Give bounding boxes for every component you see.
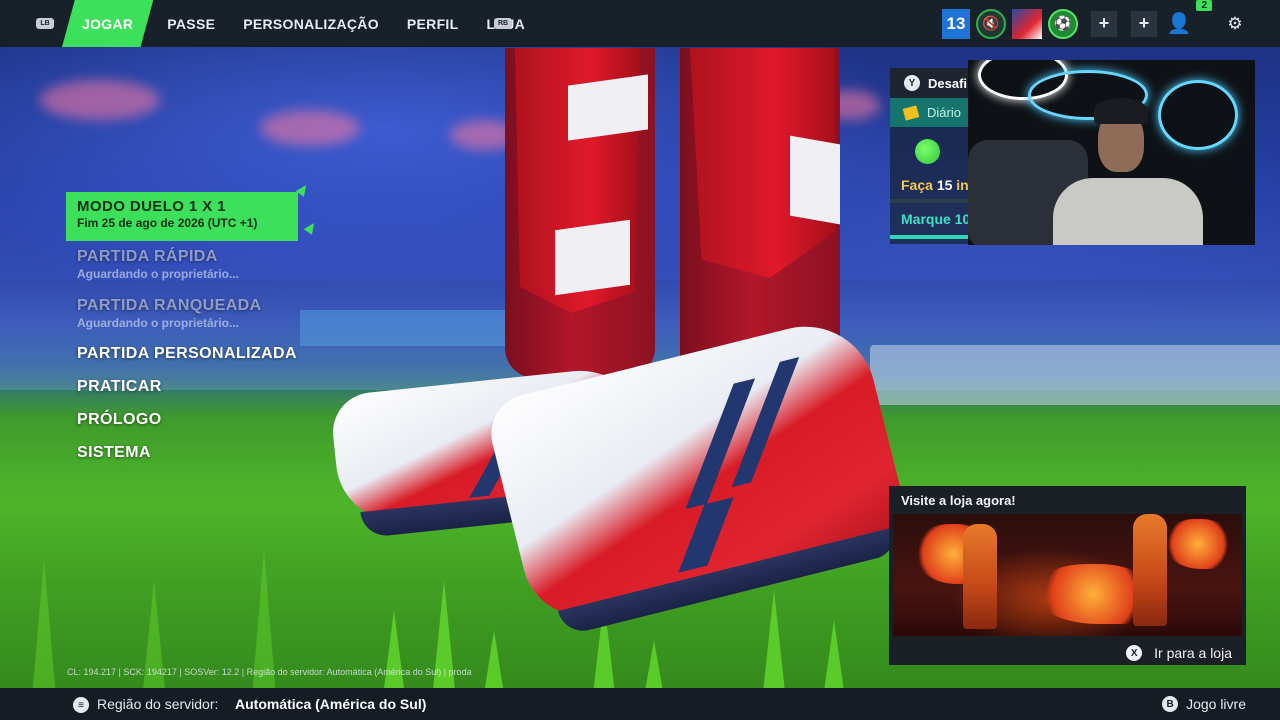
shop-promo[interactable]: Visite a loja agora! X Ir para a loja [889,486,1246,665]
x-button-icon: X [1126,645,1143,661]
menu-item-partida-personalizada[interactable]: PARTIDA PERSONALIZADA [77,345,306,363]
server-region-value[interactable]: Automática (América do Sul) [235,696,426,712]
menu-item-title: MODO DUELO 1 X 1 [77,198,226,215]
friends-online-count: 2 [1196,0,1212,11]
menu-item-title: PARTIDA RÁPIDA [77,248,218,265]
challenges-panel[interactable]: Y Desafi Diário Faça 15 in Marque 10 [890,68,970,244]
main-nav: JOGAR PASSE PERSONALIZAÇÃO PERFIL LOJA [62,0,539,47]
menu-item-subtitle: Aguardando o proprietário... [77,267,240,281]
play-menu: MODO DUELO 1 X 1 Fim 25 de ago de 2026 (… [66,182,319,462]
menu-item-prologo[interactable]: PRÓLOGO [77,411,306,429]
y-button-icon: Y [904,75,920,91]
menu-item-sistema[interactable]: SISTEMA [77,444,306,462]
menu-item-title: SISTEMA [77,444,151,461]
menu-item-title: PARTIDA PERSONALIZADA [77,345,297,362]
free-play-label: Jogo livre [1186,696,1246,712]
menu-item-subtitle: Aguardando o proprietário... [77,316,240,330]
menu-item-partida-rapida[interactable]: PARTIDA RÁPIDA Aguardando o proprietário… [77,248,306,281]
rb-button-icon[interactable]: RB [494,18,512,29]
free-play-button[interactable]: B Jogo livre [1162,696,1246,712]
tab-perfil[interactable]: PERFIL [393,0,473,47]
challenge-ball-icon [915,139,940,164]
shop-promo-image [893,514,1242,636]
challenge-progress-1 [890,199,970,203]
lb-button-icon[interactable]: LB [36,18,54,29]
server-region-label: Região do servidor: [97,696,219,712]
daily-tab-label: Diário [927,105,961,120]
menu-item-modo-duelo[interactable]: MODO DUELO 1 X 1 Fim 25 de ago de 2026 (… [66,182,319,241]
friends-icon[interactable]: 👤 2 [1164,0,1212,39]
menu-item-title: PARTIDA RANQUEADA [77,297,262,314]
bottom-bar: ≡ Região do servidor: Automática (Améric… [0,688,1280,720]
tab-daily-challenges[interactable]: Diário [890,98,970,127]
soccer-ball-avatar-icon[interactable]: ⚽ [1048,8,1078,39]
go-to-shop-button[interactable]: X Ir para a loja [1126,645,1232,661]
shop-promo-title: Visite a loja agora! [901,492,1016,508]
build-version-text: CL: 194.217 | SCK: 194217 | SOSVer: 12.2… [67,667,472,677]
settings-icon[interactable]: ⚙ [1220,9,1250,39]
menu-item-subtitle: Fim 25 de ago de 2026 (UTC +1) [77,216,258,230]
tab-jogar[interactable]: JOGAR [62,0,154,47]
add-party-slot-button[interactable]: + [1091,10,1117,37]
b-button-icon: B [1162,696,1179,712]
mute-icon[interactable]: 🔇 [976,8,1006,39]
webcam-overlay [968,60,1255,245]
challenge-task-2: Marque 10 [901,211,970,227]
challenges-header: Y Desafi [890,68,970,98]
ticket-icon [902,104,920,121]
topbar-status: 13 🔇 ⚽ + + 👤 2 ⚙ [942,0,1280,47]
tab-personalizacao[interactable]: PERSONALIZAÇÃO [229,0,393,47]
challenge-list: Faça 15 in Marque 10 [890,127,970,244]
menu-item-praticar[interactable]: PRATICAR [77,378,306,396]
menu-button-icon[interactable]: ≡ [73,697,89,713]
player-level-badge[interactable]: 13 [942,8,970,39]
challenges-title: Desafi [928,75,968,91]
menu-item-title: PRÓLOGO [77,411,162,428]
party-member-avatar[interactable] [1012,8,1042,39]
go-to-shop-label: Ir para a loja [1154,645,1232,661]
menu-item-title: PRATICAR [77,378,162,395]
tab-passe[interactable]: PASSE [153,0,229,47]
top-bar: LB JOGAR PASSE PERSONALIZAÇÃO PERFIL LOJ… [0,0,1280,47]
challenge-task-1: Faça 15 in [901,177,969,193]
add-party-slot-button-2[interactable]: + [1131,10,1157,37]
menu-item-partida-ranqueada[interactable]: PARTIDA RANQUEADA Aguardando o proprietá… [77,297,306,330]
challenge-progress-2 [890,235,970,239]
